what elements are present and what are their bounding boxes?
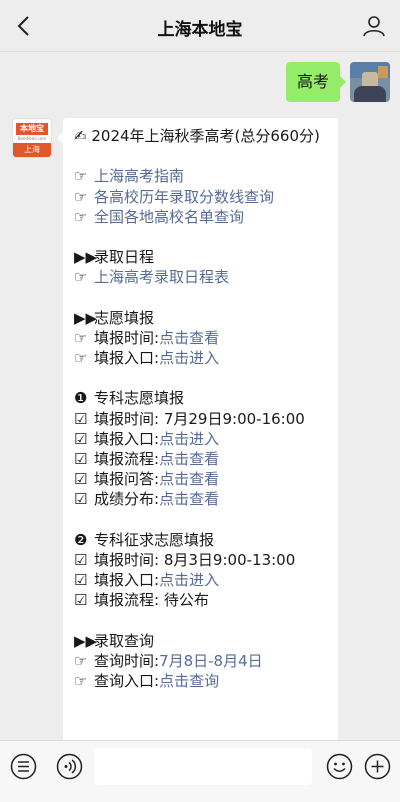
link-junior-faq[interactable]: 点击查看 (159, 470, 219, 488)
pointing-hand-icon: ☞ (74, 672, 88, 691)
checkbox-icon: ☑ (74, 450, 88, 469)
writing-hand-icon: ✍ (74, 127, 87, 145)
subsection-heading: ❷ 专科征求志愿填报 (74, 530, 215, 549)
info-row: ☞ 填报入口:点击进入 (74, 349, 220, 368)
link-gaokao-guide[interactable]: 上海高考指南 (94, 167, 184, 185)
chat-title: 上海本地宝 (157, 20, 243, 40)
message-input[interactable] (94, 748, 312, 785)
info-row: ☑ 填报时间: 7月29日9:00-16:00 (74, 409, 305, 428)
checkbox-icon: ☑ (74, 490, 88, 509)
link-row[interactable]: ☞ 各高校历年录取分数线查询 (74, 187, 328, 207)
avatar-logo-subtext: Bendibao.com (17, 136, 47, 141)
incoming-message-bubble: ✍ 2024年上海秋季高考(总分660分) ☞ 上海高考指南 ☞ 各高校历年录取分数… (57, 118, 338, 742)
checkbox-icon: ☑ (74, 470, 88, 489)
double-arrow-icon: ▶▶ (74, 248, 98, 267)
info-row: ☑ 成绩分布:点击查看 (74, 490, 220, 509)
pointing-hand-icon: ☞ (74, 207, 88, 226)
official-account-avatar[interactable]: 本地宝 Bendibao.com 上海 (12, 118, 52, 158)
link-admission-schedule[interactable]: 上海高考录取日程表 (94, 268, 229, 286)
voice-icon[interactable] (56, 753, 83, 780)
plus-icon[interactable] (364, 753, 391, 780)
outgoing-message-bubble[interactable]: 高考 (285, 62, 347, 102)
info-row: ☞ 查询时间:7月8日-8月4日 (74, 651, 263, 670)
checkbox-icon: ☑ (74, 571, 88, 590)
list-icon[interactable] (10, 753, 37, 780)
profile-icon[interactable] (362, 14, 386, 38)
message-title: ✍ 2024年上海秋季高考(总分660分) (74, 127, 320, 145)
link-fill-entry[interactable]: 点击进入 (159, 349, 219, 367)
link-row[interactable]: ☞ 上海高考录取日程表 (74, 267, 328, 287)
pointing-hand-icon: ☞ (74, 328, 88, 347)
pointing-hand-icon: ☞ (74, 268, 88, 287)
emoji-icon[interactable] (326, 753, 353, 780)
link-score-lines[interactable]: 各高校历年录取分数线查询 (94, 188, 274, 206)
user-avatar[interactable] (350, 62, 390, 102)
section-heading: ▶▶志愿填报 (74, 308, 155, 327)
info-row: ☑ 填报问答:点击查看 (74, 470, 220, 489)
checkbox-icon: ☑ (74, 591, 88, 610)
link-score-distribution[interactable]: 点击查看 (159, 490, 219, 508)
avatar-city-label: 上海 (13, 143, 51, 157)
number-two-icon: ❷ (74, 530, 88, 549)
info-row: ☑ 填报时间: 8月3日9:00-13:00 (74, 550, 296, 569)
avatar-logo-text: 本地宝 (16, 123, 48, 135)
link-solicit-entry[interactable]: 点击进入 (159, 571, 219, 589)
subsection-heading: ❶ 专科志愿填报 (74, 389, 185, 408)
pointing-hand-icon: ☞ (74, 187, 88, 206)
double-arrow-icon: ▶▶ (74, 308, 98, 327)
link-row[interactable]: ☞ 全国各地高校名单查询 (74, 207, 328, 227)
link-row[interactable]: ☞ 上海高考指南 (74, 166, 328, 186)
checkbox-icon: ☑ (74, 550, 88, 569)
top-bar: 上海本地宝 (0, 0, 400, 52)
pointing-hand-icon: ☞ (74, 349, 88, 368)
link-junior-process[interactable]: 点击查看 (159, 450, 219, 468)
checkbox-icon: ☑ (74, 429, 88, 448)
pointing-hand-icon: ☞ (74, 651, 88, 670)
info-row: ☑ 填报入口:点击进入 (74, 571, 220, 590)
input-bar (0, 740, 400, 802)
number-one-icon: ❶ (74, 389, 88, 408)
pointing-hand-icon: ☞ (74, 167, 88, 186)
info-row: ☞ 查询入口:点击查询 (74, 672, 220, 691)
link-junior-entry[interactable]: 点击进入 (159, 430, 219, 448)
double-arrow-icon: ▶▶ (74, 631, 98, 650)
link-university-list[interactable]: 全国各地高校名单查询 (94, 208, 244, 226)
link-fill-time[interactable]: 点击查看 (159, 329, 219, 347)
info-row: ☑ 填报流程: 待公布 (74, 591, 209, 610)
checkbox-icon: ☑ (74, 409, 88, 428)
section-heading: ▶▶录取查询 (74, 631, 155, 650)
info-row: ☞ 填报时间:点击查看 (74, 328, 220, 347)
link-query-time[interactable]: 7月8日-8月4日 (159, 652, 263, 670)
info-row: ☑ 填报入口:点击进入 (74, 429, 220, 448)
section-heading: ▶▶录取日程 (74, 248, 155, 267)
link-query-entry[interactable]: 点击查询 (159, 672, 219, 690)
info-row: ☑ 填报流程:点击查看 (74, 450, 220, 469)
